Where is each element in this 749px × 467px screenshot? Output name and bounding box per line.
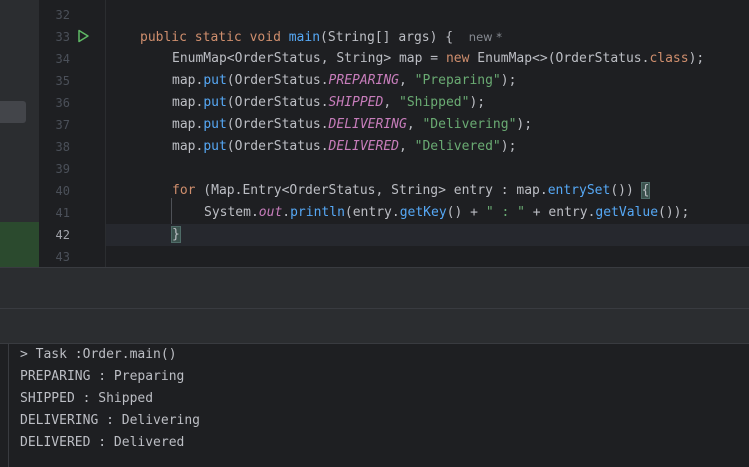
console-line: > Task :Order.main() bbox=[20, 347, 177, 362]
method-call: getValue bbox=[595, 205, 659, 220]
code-token: String[] bbox=[327, 30, 391, 45]
run-console[interactable]: > Task :Order.main() PREPARING : Prepari… bbox=[0, 344, 749, 467]
code-token: , bbox=[383, 95, 399, 110]
code-token: map. bbox=[172, 117, 204, 132]
code-token: (Map.Entry<OrderStatus, String> entry : … bbox=[195, 183, 548, 198]
code-token: () + bbox=[446, 205, 486, 220]
code-token: ()) bbox=[610, 183, 642, 198]
inlay-hint[interactable]: new * bbox=[469, 30, 502, 44]
code-editor[interactable]: 32 33 34 35 36 37 38 39 40 41 42 43 publ… bbox=[0, 0, 749, 267]
project-panel-strip bbox=[0, 0, 39, 267]
line-number: 41 bbox=[55, 206, 70, 220]
line-number: 34 bbox=[55, 52, 70, 66]
keyword: static bbox=[194, 30, 242, 45]
code-line-37: map.put(OrderStatus.DELIVERING, "Deliver… bbox=[106, 114, 749, 136]
method-call: println bbox=[290, 205, 345, 220]
vcs-change-marker bbox=[0, 222, 39, 267]
code-area[interactable]: public static void main(String[] args) {… bbox=[105, 0, 749, 267]
line-number: 43 bbox=[55, 250, 70, 264]
code-token: map. bbox=[172, 95, 204, 110]
code-line-41: System.out.println(entry.getKey() + " : … bbox=[106, 202, 749, 224]
code-token: ()); bbox=[658, 205, 690, 220]
console-line: SHIPPED : Shipped bbox=[20, 391, 154, 406]
code-line-35: map.put(OrderStatus.PREPARING, "Preparin… bbox=[106, 70, 749, 92]
line-number: 37 bbox=[55, 118, 70, 132]
method-call: getKey bbox=[399, 205, 447, 220]
string-literal: "Preparing" bbox=[414, 73, 501, 88]
code-token: (OrderStatus. bbox=[226, 117, 329, 132]
method-name: main bbox=[288, 30, 321, 45]
console-line: PREPARING : Preparing bbox=[20, 369, 185, 384]
code-line-33: public static void main(String[] args) {… bbox=[106, 26, 749, 48]
code-token: System. bbox=[204, 205, 259, 220]
code-line-42-current: } bbox=[106, 224, 749, 246]
code-token: (OrderStatus. bbox=[226, 73, 329, 88]
code-line-34: EnumMap<OrderStatus, String> map = new E… bbox=[106, 48, 749, 70]
code-token: , bbox=[399, 139, 415, 154]
line-number-current: 42 bbox=[55, 228, 70, 242]
code-token: (entry. bbox=[344, 205, 400, 220]
enum-constant: DELIVERED bbox=[328, 139, 399, 154]
line-number: 33 bbox=[55, 30, 70, 44]
enum-constant: SHIPPED bbox=[328, 95, 384, 110]
code-token: map. bbox=[172, 73, 204, 88]
code-token: (OrderStatus. bbox=[226, 95, 329, 110]
line-number: 39 bbox=[55, 162, 70, 176]
string-literal: " : " bbox=[485, 205, 525, 220]
code-line-38: map.put(OrderStatus.DELIVERED, "Delivere… bbox=[106, 136, 749, 158]
console-gutter-line bbox=[8, 344, 9, 467]
enum-constant: PREPARING bbox=[328, 73, 399, 88]
console-line: DELIVERED : Delivered bbox=[20, 435, 185, 450]
code-line-36: map.put(OrderStatus.SHIPPED, "Shipped"); bbox=[106, 92, 749, 114]
string-literal: "Delivered" bbox=[414, 139, 501, 154]
method-call: put bbox=[203, 139, 227, 154]
code-token: ) { bbox=[429, 30, 454, 45]
string-literal: "Shipped" bbox=[399, 95, 470, 110]
method-call: entrySet bbox=[547, 183, 611, 198]
method-call: put bbox=[203, 117, 227, 132]
keyword: new bbox=[445, 51, 470, 66]
code-token: EnumMap<OrderStatus, String> bbox=[172, 51, 392, 66]
code-token: ); bbox=[516, 117, 533, 132]
static-field: out bbox=[258, 205, 283, 220]
run-panel-header bbox=[0, 309, 749, 344]
code-token: EnumMap<>(OrderStatus. bbox=[469, 51, 650, 66]
code-token: ); bbox=[500, 139, 517, 154]
matched-brace: } bbox=[171, 226, 181, 243]
matched-brace: { bbox=[640, 182, 651, 199]
code-token: . bbox=[282, 205, 291, 220]
line-number: 38 bbox=[55, 140, 70, 154]
code-token: + entry. bbox=[524, 205, 596, 220]
keyword: class bbox=[649, 51, 689, 66]
code-token: ); bbox=[500, 73, 517, 88]
code-token: ); bbox=[688, 51, 705, 66]
selected-tree-item[interactable] bbox=[0, 101, 26, 123]
code-token: ); bbox=[469, 95, 486, 110]
keyword: for bbox=[172, 183, 196, 198]
code-token: , bbox=[399, 73, 415, 88]
line-number: 32 bbox=[55, 8, 70, 22]
enum-constant: DELIVERING bbox=[328, 117, 407, 132]
code-token: , bbox=[406, 117, 423, 132]
run-gutter-icon[interactable] bbox=[76, 29, 90, 43]
code-token: (OrderStatus. bbox=[226, 139, 329, 154]
editor-bottom-toolbar bbox=[0, 268, 749, 308]
line-number: 36 bbox=[55, 96, 70, 110]
code-token: map. bbox=[172, 139, 204, 154]
console-line: DELIVERING : Delivering bbox=[20, 413, 201, 428]
keyword: void bbox=[249, 30, 281, 45]
line-number: 40 bbox=[55, 184, 70, 198]
method-call: put bbox=[203, 95, 227, 110]
code-line-40: for (Map.Entry<OrderStatus, String> entr… bbox=[106, 180, 749, 202]
code-token: map = bbox=[391, 51, 446, 66]
method-call: put bbox=[203, 73, 227, 88]
line-number: 35 bbox=[55, 74, 70, 88]
string-literal: "Delivering" bbox=[422, 117, 517, 132]
keyword: public bbox=[140, 30, 187, 45]
code-token: args bbox=[398, 30, 430, 45]
code-token: ( bbox=[320, 30, 328, 45]
